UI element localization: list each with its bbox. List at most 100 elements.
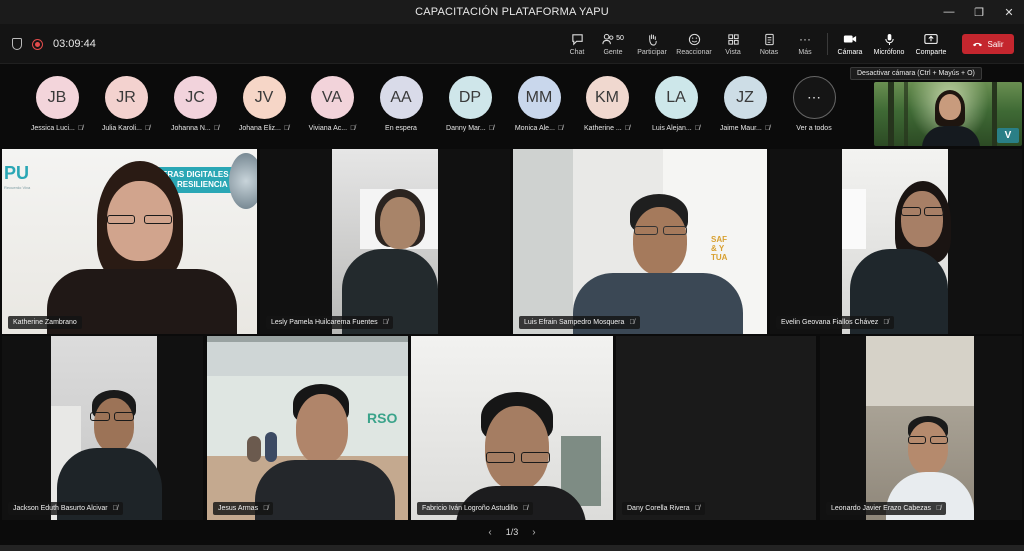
microphone-icon: [884, 32, 895, 46]
video-tile[interactable]: SAF & Y TUA Luis Efrain Sampedro Mosquer…: [513, 149, 767, 334]
mic-off-icon: 🎙̸: [77, 125, 84, 132]
avatar: LA: [654, 76, 698, 119]
participant-item[interactable]: MM Monica Ale... 🎙̸: [505, 76, 573, 132]
banner-text: RESILIENCIA: [177, 180, 228, 189]
self-view-video[interactable]: V: [874, 82, 1022, 146]
meeting-timer: 03:09:44: [53, 38, 96, 50]
video-tile[interactable]: Dany Corella Rivera 🎙̸: [616, 336, 816, 520]
participant-item[interactable]: JC Johanna N... 🎙̸: [161, 76, 229, 132]
mic-off-icon: 🎙̸: [350, 125, 356, 132]
avatar: JZ: [723, 76, 767, 119]
camera-button[interactable]: Cámara: [832, 24, 868, 64]
mic-off-icon: 🎙̸: [283, 125, 290, 132]
share-button[interactable]: Comparte: [910, 24, 952, 64]
mic-off-icon: 🎙̸: [764, 125, 771, 132]
window-title: CAPACITACIÓN PLATAFORMA YAPU: [415, 6, 609, 18]
participant-name: Luis Alejan...: [652, 125, 692, 132]
close-window-button[interactable]: ✕: [994, 0, 1024, 24]
video-tile[interactable]: PU Recuerdo Viva ERAS DIGITALES RESILIEN…: [2, 149, 257, 334]
people-count: 50: [616, 35, 624, 42]
phone-hangup-icon: [972, 40, 983, 49]
teams-meeting-window: CAPACITACIÓN PLATAFORMA YAPU — ❐ ✕ 03:09…: [0, 0, 1024, 551]
minimize-button[interactable]: —: [934, 0, 964, 24]
recording-icon: [32, 38, 43, 50]
notes-icon: [763, 32, 776, 46]
company-logo: PU: [4, 163, 30, 183]
avatar: KM: [585, 76, 629, 119]
participant-label: Dany Corella Rivera 🎙̸: [622, 502, 705, 515]
more-button[interactable]: ··· Más: [787, 24, 823, 64]
participant-label: Leonardo Javier Erazo Cabezas 🎙̸: [826, 502, 947, 515]
gallery-pagination: ‹ 1/3 ›: [0, 521, 1024, 543]
participant-item[interactable]: DP Danny Mar... 🎙̸: [436, 76, 504, 132]
mic-off-icon: 🎙̸: [629, 319, 635, 326]
more-icon: ···: [799, 32, 811, 46]
maximize-button[interactable]: ❐: [964, 0, 994, 24]
mic-off-icon: 🎙̸: [936, 505, 942, 512]
participant-name: Monica Ale...: [514, 125, 555, 132]
mic-off-icon: 🎙̸: [557, 125, 564, 132]
notes-button[interactable]: Notas: [751, 24, 787, 64]
shield-icon[interactable]: [12, 38, 22, 50]
participant-name: Danny Mar...: [446, 125, 486, 132]
participant-item[interactable]: JZ Jaime Maur... 🎙̸: [711, 76, 779, 132]
participant-name: Jessica Luci...: [30, 125, 75, 132]
camera-icon: [843, 32, 857, 46]
participant-name: Jaime Maur...: [719, 125, 762, 132]
mic-off-icon: 🎙̸: [883, 319, 889, 326]
hand-icon: [646, 32, 659, 46]
participant-name: Viviana Ac...: [308, 125, 348, 132]
mic-off-icon: 🎙̸: [624, 125, 630, 132]
react-button[interactable]: Reaccionar: [673, 24, 715, 64]
participant-label: Fabricio Iván Logroño Astudillo 🎙̸: [417, 502, 533, 515]
view-button[interactable]: Vista: [715, 24, 751, 64]
mic-off-icon: 🎙̸: [694, 125, 700, 132]
wall-sign: RSO: [367, 410, 398, 426]
video-tile[interactable]: Fabricio Iván Logroño Astudillo 🎙̸: [411, 336, 613, 520]
see-all-button[interactable]: ⋯ Ver a todos: [780, 76, 848, 132]
participant-label: Katherine Zambrano: [8, 316, 82, 329]
avatar: JC: [173, 76, 217, 119]
participant-name: Johana Eliz...: [238, 125, 281, 132]
wall-sign: SAF & Y TUA: [711, 235, 728, 262]
video-tile[interactable]: RSO Jesus Armas 🎙̸: [207, 336, 408, 520]
avatar: DP: [448, 76, 492, 119]
more-icon: ⋯: [792, 76, 836, 119]
video-tile[interactable]: Lesly Pamela Huilcarema Fuentes 🎙̸: [260, 149, 510, 334]
video-tile[interactable]: Evelin Geovana Fiallos Chávez 🎙̸: [770, 149, 1022, 334]
participant-label: Evelin Geovana Fiallos Chávez 🎙̸: [776, 316, 894, 329]
video-tile[interactable]: Jackson Eduth Basurto Alcivar 🎙̸: [2, 336, 203, 520]
leave-button[interactable]: Salir: [962, 34, 1014, 54]
people-icon: 50: [602, 32, 624, 46]
title-bar: CAPACITACIÓN PLATAFORMA YAPU — ❐ ✕: [0, 0, 1024, 24]
mic-off-icon: 🎙̸: [112, 505, 118, 512]
mic-off-icon: 🎙̸: [382, 319, 388, 326]
participant-item[interactable]: KM Katherine ... 🎙̸: [573, 76, 641, 132]
brand-logo-icon: V: [997, 128, 1019, 143]
mic-off-icon: 🎙̸: [263, 505, 269, 512]
avatar: JV: [242, 76, 286, 119]
chevron-right-icon[interactable]: ›: [532, 527, 535, 538]
participant-label: Lesly Pamela Huilcarema Fuentes 🎙̸: [266, 316, 393, 329]
participant-item[interactable]: LA Luis Alejan... 🎙̸: [642, 76, 710, 132]
meeting-toolbar: 03:09:44 Chat 50 Gente Participar Reacci…: [0, 24, 1024, 64]
chevron-left-icon[interactable]: ‹: [488, 527, 491, 538]
participant-item[interactable]: VA Viviana Ac... 🎙̸: [298, 76, 366, 132]
participant-item[interactable]: JR Julia Karoli... 🎙̸: [92, 76, 160, 132]
avatar: JR: [104, 76, 148, 119]
raise-hand-button[interactable]: Participar: [631, 24, 673, 64]
mic-off-icon: 🎙̸: [144, 125, 151, 132]
microphone-button[interactable]: Micrófono: [868, 24, 910, 64]
share-icon: [924, 32, 938, 46]
participant-item-waiting[interactable]: AA En espera: [367, 76, 435, 132]
avatar: MM: [517, 76, 561, 119]
video-tile[interactable]: Leonardo Javier Erazo Cabezas 🎙̸: [820, 336, 1022, 520]
toolbar-divider: [827, 33, 828, 55]
mic-off-icon: 🎙̸: [694, 505, 700, 512]
taskbar-strip: [0, 545, 1024, 551]
participant-item[interactable]: JB Jessica Luci... 🎙̸: [23, 76, 91, 132]
banner-text: ERAS DIGITALES: [162, 170, 229, 179]
people-button[interactable]: 50 Gente: [595, 24, 631, 64]
chat-button[interactable]: Chat: [559, 24, 595, 64]
participant-item[interactable]: JV Johana Eliz... 🎙̸: [230, 76, 298, 132]
